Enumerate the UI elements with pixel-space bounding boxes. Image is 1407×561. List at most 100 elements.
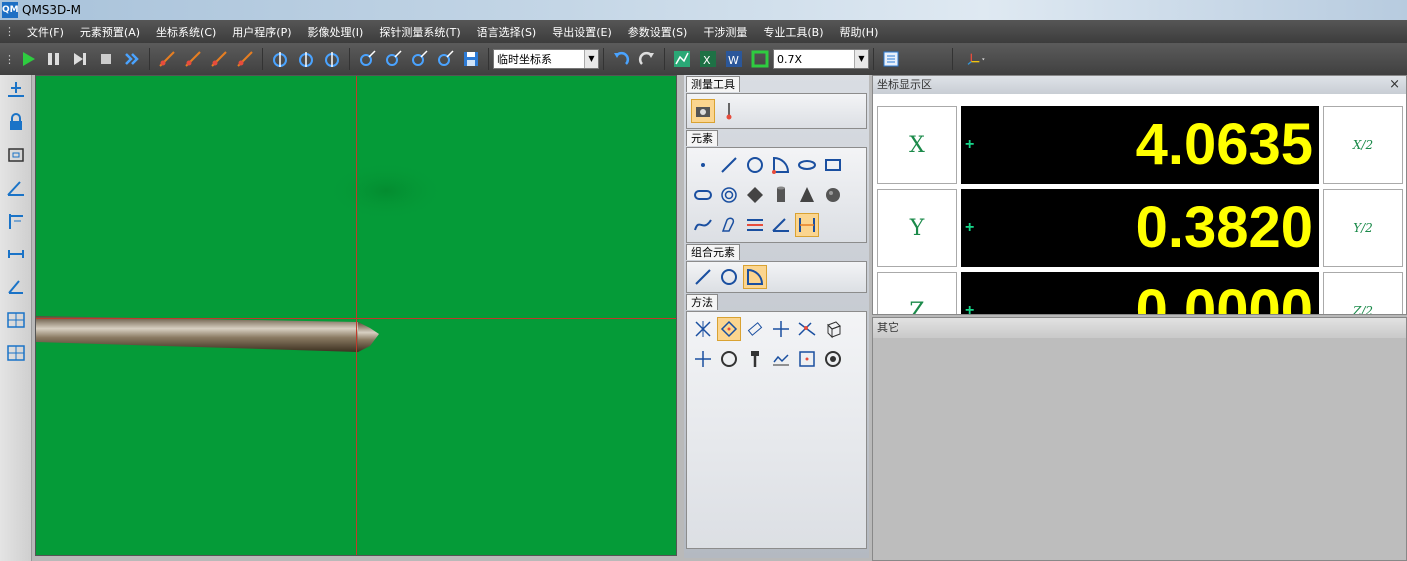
fast-forward-icon[interactable]: [121, 48, 143, 70]
menu-pro-tools[interactable]: 专业工具(B): [755, 24, 831, 40]
combined-line-icon[interactable]: [691, 265, 715, 289]
half-x-button[interactable]: X/2: [1323, 106, 1403, 184]
axis-label-x: X: [877, 106, 957, 184]
width-icon[interactable]: [795, 213, 819, 237]
parallel-lines-icon[interactable]: [743, 213, 767, 237]
cone-icon[interactable]: [795, 183, 819, 207]
sphere-icon[interactable]: [821, 183, 845, 207]
translate-x-icon[interactable]: [382, 48, 404, 70]
step-forward-icon[interactable]: [69, 48, 91, 70]
close-icon[interactable]: ×: [1389, 76, 1400, 94]
translate-z-icon[interactable]: [434, 48, 456, 70]
rotate-a-icon[interactable]: [269, 48, 291, 70]
menu-coordinate-system[interactable]: 坐标系统(C): [148, 24, 224, 40]
menu-interference[interactable]: 干涉测量: [695, 24, 755, 40]
point-icon[interactable]: [691, 153, 715, 177]
coordinate-panel-header: 坐标显示区 ×: [873, 76, 1406, 94]
frame-icon[interactable]: [4, 143, 28, 167]
list-view-icon[interactable]: [880, 48, 902, 70]
menu-language[interactable]: 语言选择(S): [469, 24, 545, 40]
edge-find-icon[interactable]: [717, 317, 741, 341]
report-icon[interactable]: [749, 48, 771, 70]
probe-tip-icon[interactable]: [717, 99, 741, 123]
layout-icon[interactable]: [4, 341, 28, 365]
gauge-pin-icon[interactable]: [743, 347, 767, 371]
section-methods: 方法: [686, 294, 867, 311]
menu-element-preset[interactable]: 元素预置(A): [72, 24, 148, 40]
auto-edge-icon[interactable]: [691, 317, 715, 341]
menu-probe-system[interactable]: 探针测量系统(T): [371, 24, 468, 40]
origin-point-icon[interactable]: [156, 48, 178, 70]
concentric-circle-icon[interactable]: [717, 183, 741, 207]
height-measure-icon[interactable]: [4, 209, 28, 233]
camera-view[interactable]: [35, 75, 677, 556]
ellipse-icon[interactable]: [795, 153, 819, 177]
rotate-x-icon[interactable]: [295, 48, 317, 70]
undo-icon[interactable]: [610, 48, 632, 70]
slot-icon[interactable]: [691, 183, 715, 207]
circle-icon[interactable]: [743, 153, 767, 177]
rotate-y-icon[interactable]: [321, 48, 343, 70]
menu-grip-icon: ⋮: [4, 25, 15, 38]
toolbar-separator: [952, 48, 953, 70]
chart-icon[interactable]: [671, 48, 693, 70]
word-icon[interactable]: W: [723, 48, 745, 70]
edge-pick-icon[interactable]: [743, 317, 767, 341]
contour-icon[interactable]: [769, 347, 793, 371]
play-icon[interactable]: [17, 48, 39, 70]
crosshair-pick-icon[interactable]: [769, 317, 793, 341]
probe-icon[interactable]: [4, 77, 28, 101]
arc-icon[interactable]: [769, 153, 793, 177]
toolbar-separator: [349, 48, 350, 70]
coord-value-text: 0.3820: [1135, 195, 1313, 260]
menu-user-program[interactable]: 用户程序(P): [224, 24, 299, 40]
save-icon[interactable]: [460, 48, 482, 70]
menu-help[interactable]: 帮助(H): [832, 24, 887, 40]
excel-icon[interactable]: X: [697, 48, 719, 70]
grid-88-icon[interactable]: [4, 308, 28, 332]
freeform-icon[interactable]: [717, 213, 741, 237]
lock-icon[interactable]: [4, 110, 28, 134]
menu-file[interactable]: 文件(F): [19, 24, 72, 40]
target-icon[interactable]: [821, 347, 845, 371]
align-z-icon[interactable]: [234, 48, 256, 70]
center-point-icon[interactable]: [795, 347, 819, 371]
diamond-icon[interactable]: [743, 183, 767, 207]
angle-element-icon[interactable]: [769, 213, 793, 237]
distance-icon[interactable]: [4, 242, 28, 266]
coord-value-text: 4.0635: [1135, 112, 1313, 177]
coordinate-system-select[interactable]: 临时坐标系 ▼: [493, 49, 599, 69]
cube-icon[interactable]: [821, 317, 845, 341]
axis-view-icon[interactable]: [959, 48, 993, 70]
pause-icon[interactable]: [43, 48, 65, 70]
align-y-icon[interactable]: [208, 48, 230, 70]
translate-y-icon[interactable]: [408, 48, 430, 70]
menu-parameter-settings[interactable]: 参数设置(S): [620, 24, 696, 40]
translate-a-icon[interactable]: [356, 48, 378, 70]
zoom-select[interactable]: 0.7X ▼: [773, 49, 869, 69]
half-z-button[interactable]: Z/2: [1323, 272, 1403, 314]
svg-text:W: W: [728, 54, 739, 67]
combined-circle-icon[interactable]: [717, 265, 741, 289]
methods-body: [686, 311, 867, 549]
menu-export-settings[interactable]: 导出设置(E): [544, 24, 620, 40]
rectangle-icon[interactable]: [821, 153, 845, 177]
cylinder-icon[interactable]: [769, 183, 793, 207]
menu-image-processing[interactable]: 影像处理(I): [300, 24, 372, 40]
other-panel: 其它: [872, 317, 1407, 561]
half-y-button[interactable]: Y/2: [1323, 189, 1403, 267]
coord-value-y: +0.3820: [961, 189, 1319, 267]
intersect-icon[interactable]: [795, 317, 819, 341]
line-icon[interactable]: [717, 153, 741, 177]
app-logo-icon: QM: [2, 2, 19, 18]
combined-arc-icon[interactable]: [743, 265, 767, 289]
angle-icon[interactable]: [4, 275, 28, 299]
circle-pick-icon[interactable]: [717, 347, 741, 371]
redo-icon[interactable]: [636, 48, 658, 70]
stop-icon[interactable]: [95, 48, 117, 70]
align-x-icon[interactable]: [182, 48, 204, 70]
curve-icon[interactable]: [691, 213, 715, 237]
point-pick-icon[interactable]: [691, 347, 715, 371]
camera-icon[interactable]: [691, 99, 715, 123]
angle-measure-icon[interactable]: [4, 176, 28, 200]
